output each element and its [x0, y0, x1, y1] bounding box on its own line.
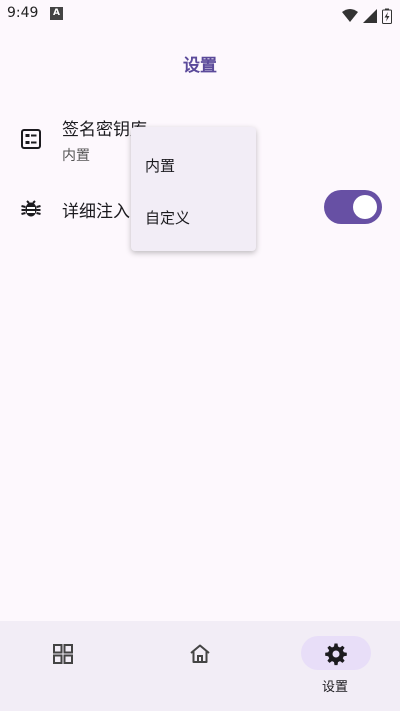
bottom-navigation: 设置: [0, 621, 400, 711]
notification-icon: A: [50, 7, 63, 20]
status-bar: 9:49 A: [0, 0, 400, 28]
battery-charging-icon: [382, 8, 392, 24]
toggle-knob: [353, 195, 377, 219]
keystore-dropdown-menu: 内置 自定义: [131, 127, 256, 251]
nav-item-apps[interactable]: [0, 621, 133, 711]
status-time: 9:49: [7, 5, 39, 21]
nav-item-home[interactable]: [133, 621, 266, 711]
setting-title: 详细注入: [62, 202, 130, 222]
wifi-icon: [341, 8, 358, 22]
keystore-icon: [21, 129, 41, 149]
nav-label-settings: 设置: [321, 680, 348, 695]
dropdown-option-custom[interactable]: 自定义: [145, 207, 190, 228]
dropdown-option-builtin[interactable]: 内置: [145, 155, 175, 176]
nav-item-settings[interactable]: 设置: [267, 621, 400, 711]
status-icons: [341, 5, 392, 24]
page-title: 设置: [183, 56, 217, 76]
signal-icon: [362, 8, 377, 23]
gear-icon: [325, 643, 347, 666]
setting-value: 内置: [62, 148, 90, 164]
verbose-injection-toggle[interactable]: [324, 190, 382, 224]
bug-icon: [21, 200, 41, 217]
home-icon: [190, 644, 210, 663]
grid-icon: [53, 644, 73, 664]
